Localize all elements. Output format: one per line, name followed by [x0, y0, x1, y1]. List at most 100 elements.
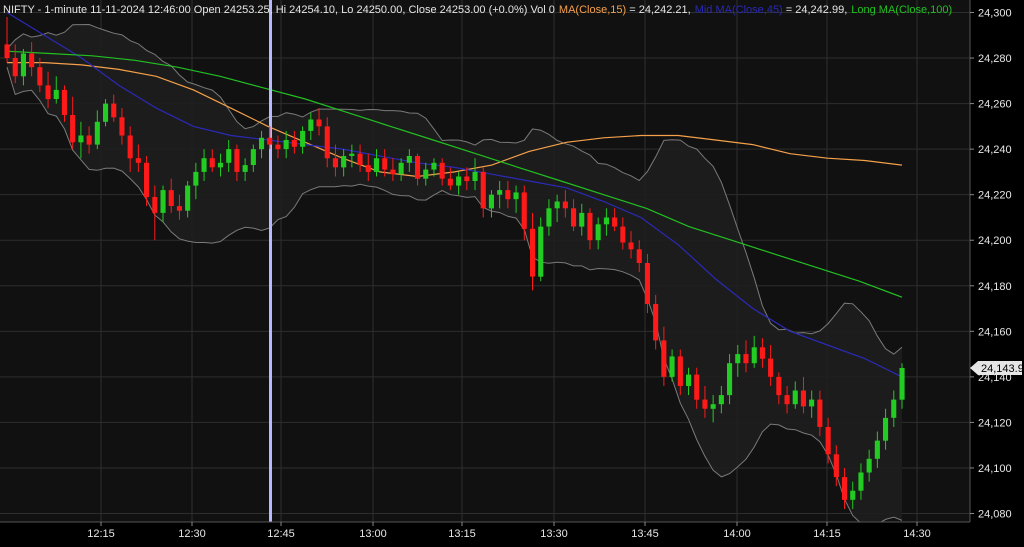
x-tick-label: 12:45 [267, 528, 295, 540]
candle-body [119, 117, 125, 136]
y-tick-label: 24,200 [978, 235, 1012, 247]
ma15-legend-label: MA(Close,15) [559, 4, 626, 16]
candle-body [357, 153, 363, 166]
candle-body [217, 162, 223, 168]
x-tick-label: 13:00 [359, 528, 387, 540]
candle-body [308, 119, 314, 131]
candle-body [45, 85, 51, 100]
candle-body [858, 472, 864, 491]
candle-body [653, 304, 659, 341]
candle-body [587, 212, 593, 241]
candle-body [513, 192, 519, 200]
y-tick-label: 24,300 [978, 8, 1012, 20]
candle-body [792, 390, 798, 405]
candle-body [193, 171, 199, 186]
ma45-legend-value: = 24,242.99, [783, 4, 848, 16]
candle-body [571, 208, 577, 227]
x-tick-label: 14:15 [813, 528, 841, 540]
candle-body [37, 67, 43, 86]
x-tick-label: 13:30 [540, 528, 568, 540]
candle-body [373, 158, 379, 172]
candle-body [743, 354, 749, 364]
candle-body [415, 156, 421, 179]
candle-body [554, 201, 560, 209]
candle-body [694, 374, 700, 400]
y-tick-label: 24,260 [978, 99, 1012, 111]
candle-body [850, 490, 856, 500]
chart: 24,080 24,100 24,120 24,140 24,160 24,180 24,2… [0, 0, 1024, 547]
chart-canvas: 24,08024,10024,12024,14024,16024,18024,2… [0, 0, 1024, 547]
candle-body [874, 440, 880, 459]
candle-body [152, 197, 158, 213]
candle-body [488, 194, 494, 209]
x-tick-label: 13:15 [448, 528, 476, 540]
y-tick-label: 24,120 [978, 417, 1012, 429]
candle-body [644, 263, 650, 304]
candle-body [595, 224, 601, 241]
candle-body [86, 135, 92, 145]
candle-body [341, 156, 347, 168]
candle [538, 217, 544, 282]
last-price-label: 24,143.9 [981, 363, 1024, 375]
candle-body [423, 169, 429, 179]
candle-body [464, 176, 470, 182]
candle-body [103, 103, 109, 122]
candle-body [661, 340, 667, 377]
candle-body [800, 390, 806, 407]
candle-body [546, 208, 552, 227]
y-tick-label: 24,240 [978, 144, 1012, 156]
candle-body [677, 356, 683, 386]
candle-body [61, 89, 67, 115]
candle-body [891, 399, 897, 418]
candle-body [259, 137, 265, 150]
candle-body [842, 477, 848, 500]
y-tick-label: 24,280 [978, 53, 1012, 65]
candle-body [439, 162, 445, 179]
candle-body [283, 140, 289, 150]
y-tick-label: 24,160 [978, 326, 1012, 338]
candle-body [185, 185, 191, 211]
candle-body [636, 249, 642, 263]
candle-body [899, 368, 905, 400]
candle-body [735, 354, 741, 364]
chart-header: NIFTY - 1-minute 11-11-2024 12:46:00 Ope… [3, 4, 952, 16]
candle-body [710, 404, 716, 409]
y-tick-label: 24,080 [978, 509, 1012, 521]
candle-body [579, 212, 585, 227]
candle-body [505, 190, 511, 200]
candle-body [727, 363, 733, 396]
candle-body [480, 171, 486, 209]
y-tick-label: 24,220 [978, 190, 1012, 202]
candle-body [53, 89, 59, 99]
candle-body [620, 226, 626, 243]
last-price-tag: 24,143.9 [970, 360, 1024, 375]
candle-body [686, 374, 692, 386]
candle-body [168, 190, 174, 206]
candle-body [144, 162, 150, 197]
y-tick-label: 24,100 [978, 463, 1012, 475]
candle-body [456, 176, 462, 186]
symbol-info: NIFTY - 1-minute 11-11-2024 12:46:00 Ope… [3, 4, 555, 16]
candle-body [398, 162, 404, 175]
candle-body [612, 217, 618, 227]
candle-body [809, 399, 815, 407]
candle-body [300, 130, 306, 147]
candle-body [538, 226, 544, 277]
candle-body [866, 458, 872, 473]
candle-body [406, 156, 412, 163]
candle-body [390, 169, 396, 175]
candle-body [291, 140, 297, 147]
x-tick-label: 12:30 [178, 528, 206, 540]
candle-body [349, 153, 355, 156]
candle-body [324, 126, 330, 159]
candle-body [883, 417, 889, 441]
candle-body [718, 395, 724, 405]
candle-body [759, 347, 765, 359]
candle-body [447, 178, 453, 186]
candle-body [160, 190, 166, 213]
x-tick-label: 13:45 [631, 528, 659, 540]
x-tick-label: 12:15 [87, 528, 115, 540]
y-tick-label: 24,180 [978, 281, 1012, 293]
candle-body [316, 119, 322, 127]
candle-body [135, 158, 141, 163]
